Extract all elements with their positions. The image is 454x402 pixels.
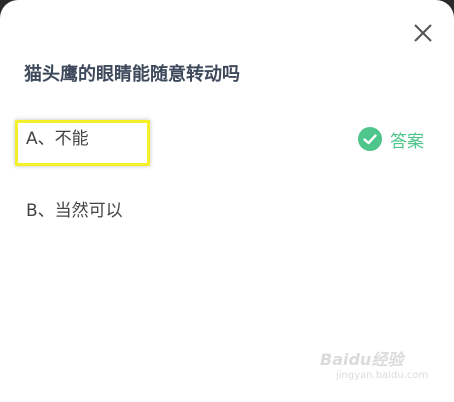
watermark-url: jingyan.baidu.com: [336, 370, 429, 381]
quiz-dialog: 猫头鹰的眼睛能随意转动吗 A、不能 答案 B、当然可以 Baidu经验 jing…: [0, 0, 454, 402]
answer-button[interactable]: 答案: [358, 125, 424, 153]
close-icon: [414, 24, 432, 42]
question-title: 猫头鹰的眼睛能随意转动吗: [24, 64, 240, 85]
check-circle-icon: [358, 127, 382, 151]
close-button[interactable]: [408, 18, 438, 48]
answer-label: 答案: [390, 131, 424, 152]
option-a[interactable]: A、不能: [26, 124, 89, 154]
option-b[interactable]: B、当然可以: [26, 196, 123, 226]
watermark-brand: Baidu经验: [320, 350, 404, 369]
baidu-watermark: Baidu经验 jingyan.baidu.com: [320, 346, 440, 386]
